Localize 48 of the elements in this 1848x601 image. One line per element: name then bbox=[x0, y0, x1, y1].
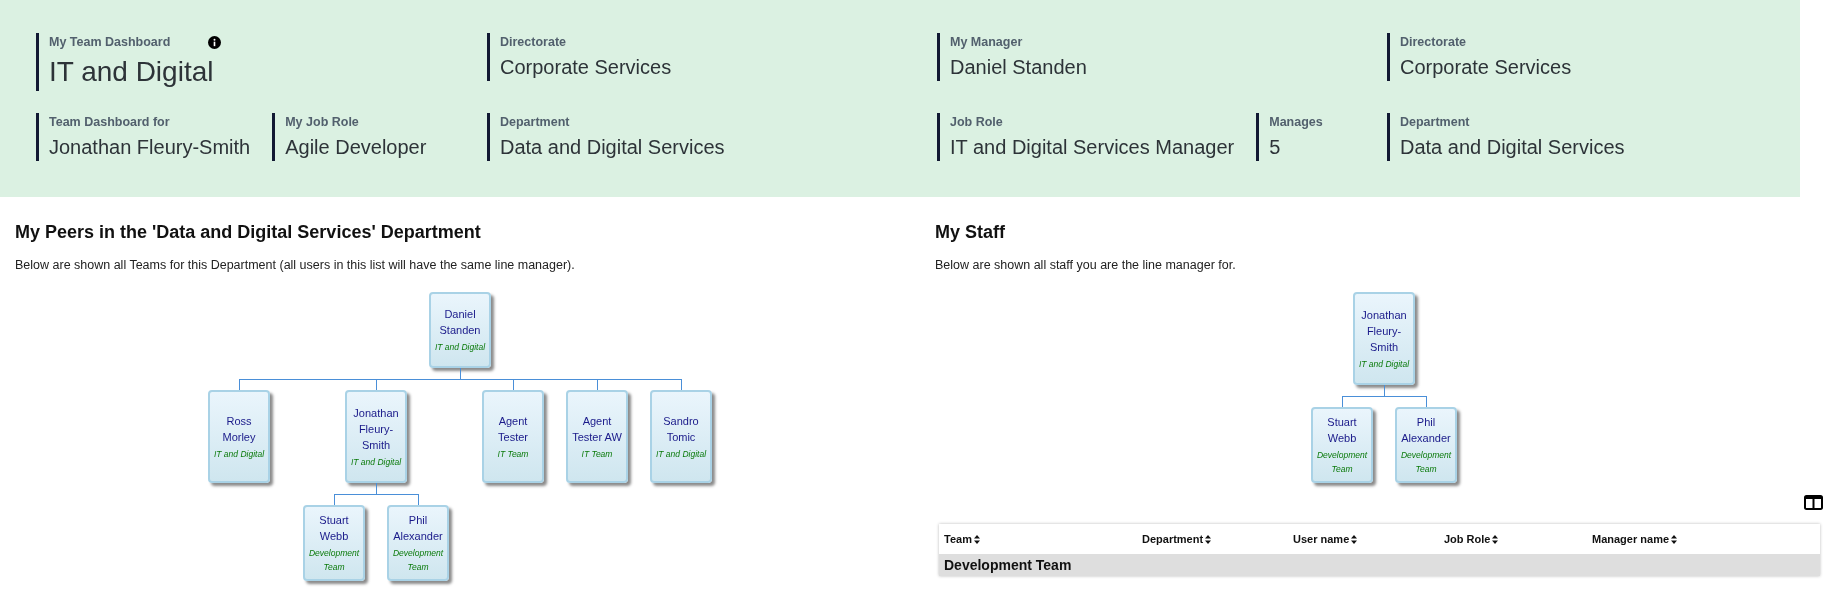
field-value: Jonathan Fleury-Smith bbox=[49, 135, 251, 160]
field-label: My Job Role bbox=[285, 114, 359, 131]
section-description: Below are shown all Teams for this Department (all users in this list will have the same line manager). bbox=[15, 257, 576, 274]
field-label: Team Dashboard for bbox=[49, 114, 170, 131]
org-chart-node: Sandro Tomic IT and Digital bbox=[650, 390, 712, 483]
field-label: Manages bbox=[1269, 114, 1323, 131]
sort-icon[interactable] bbox=[1671, 534, 1678, 544]
field-label: My Manager bbox=[950, 34, 1023, 51]
field-value: Corporate Services bbox=[1400, 55, 1572, 80]
org-chart-node: Jonathan Fleury-Smith IT and Digital bbox=[1353, 292, 1415, 385]
sort-icon[interactable] bbox=[1492, 534, 1499, 544]
column-header[interactable]: Job Role bbox=[1444, 533, 1592, 545]
section-heading: My Peers in the 'Data and Digital Services' Department bbox=[15, 221, 482, 244]
sort-icon[interactable] bbox=[1351, 534, 1358, 544]
org-chart-node: Phil Alexander Development Team bbox=[387, 505, 449, 581]
column-header[interactable]: Team bbox=[944, 533, 1142, 545]
field-value: Data and Digital Services bbox=[500, 135, 725, 160]
field-label: Directorate bbox=[500, 34, 566, 51]
column-header[interactable]: Department bbox=[1142, 533, 1293, 545]
org-chart-node: Agent Tester AW IT Team bbox=[566, 390, 628, 483]
field-label: My Team Dashboard bbox=[49, 34, 171, 51]
columns-icon[interactable] bbox=[1804, 495, 1823, 510]
group-row: Development Team bbox=[939, 554, 1820, 576]
field-value: Agile Developer bbox=[285, 135, 427, 160]
field-label: Department bbox=[500, 114, 570, 131]
field-value: IT and Digital Services Manager bbox=[950, 135, 1235, 160]
section-description: Below are shown all staff you are the line manager for. bbox=[935, 257, 1237, 274]
dashboard-title: IT and Digital bbox=[49, 55, 215, 89]
org-chart-node: Phil Alexander Development Team bbox=[1395, 407, 1457, 483]
org-chart-node: Daniel Standen IT and Digital bbox=[429, 292, 491, 368]
field-value: Data and Digital Services bbox=[1400, 135, 1625, 160]
field-value: Corporate Services bbox=[500, 55, 672, 80]
field-label: Job Role bbox=[950, 114, 1003, 131]
org-chart-node: Stuart Webb Development Team bbox=[1311, 407, 1373, 483]
org-chart-node: Ross Morley IT and Digital bbox=[208, 390, 270, 483]
field-value: 5 bbox=[1269, 135, 1282, 160]
sort-icon[interactable] bbox=[973, 534, 980, 544]
column-header[interactable]: User name bbox=[1293, 533, 1444, 545]
sort-icon[interactable] bbox=[1205, 534, 1212, 544]
org-chart-node: Stuart Webb Development Team bbox=[303, 505, 365, 581]
org-chart-node: Agent Tester IT Team bbox=[482, 390, 544, 483]
field-label: Directorate bbox=[1400, 34, 1466, 51]
column-header[interactable]: Manager name bbox=[1592, 533, 1820, 545]
section-heading: My Staff bbox=[935, 221, 1006, 244]
field-value: Daniel Standen bbox=[950, 55, 1087, 80]
field-label: Department bbox=[1400, 114, 1470, 131]
org-chart-node: Jonathan Fleury-Smith IT and Digital bbox=[345, 390, 407, 483]
info-icon[interactable] bbox=[208, 35, 222, 49]
